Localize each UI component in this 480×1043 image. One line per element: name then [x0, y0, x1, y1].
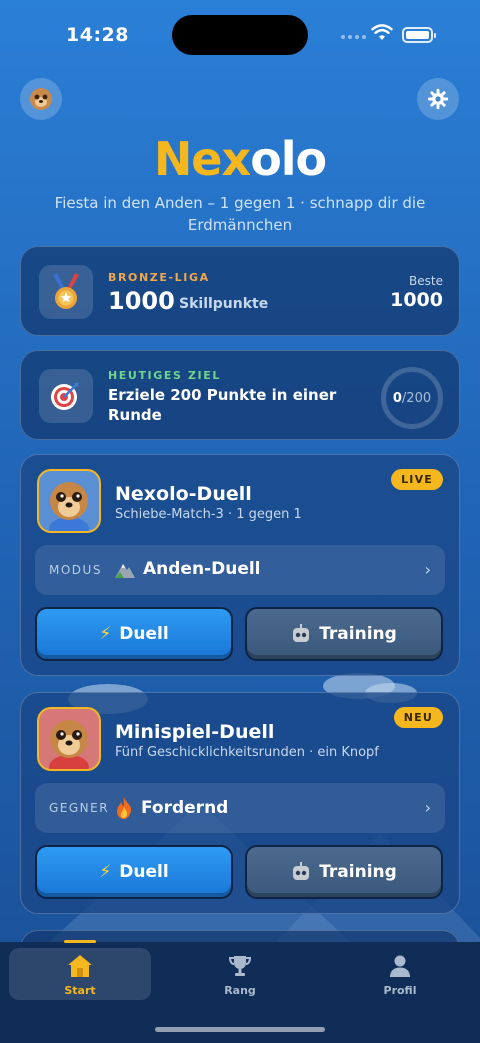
clock: 14:28 [66, 24, 129, 46]
robot-icon [293, 862, 310, 880]
training-button[interactable]: Training [245, 607, 443, 661]
status-bar: 14:28 [0, 0, 480, 70]
avatar [37, 707, 101, 771]
mode-label: MODUS [49, 563, 102, 577]
tab-start[interactable]: Start [9, 948, 151, 1000]
opponent-selector[interactable]: GEGNER Fordernd › [35, 783, 445, 833]
meerkat-icon [49, 482, 89, 531]
home-indicator [155, 1027, 325, 1032]
best-label: Beste [409, 274, 443, 288]
league-card[interactable]: BRONZE-LIGA 1000 Skillpunkte Beste 1000 [20, 246, 460, 336]
fire-icon [117, 797, 132, 819]
game-subtitle: Fünf Geschicklichkeitsrunden · ein Knopf [115, 745, 379, 760]
new-badge: NEU [393, 707, 443, 728]
game-subtitle: Schiebe-Match-3 · 1 gegen 1 [115, 507, 302, 522]
goal-text: Erziele 200 Punkte in einer Runde [108, 386, 337, 424]
mode-value: Anden-Duell [143, 559, 261, 579]
meerkat-avatar-icon [30, 88, 52, 110]
game-title: Nexolo-Duell [115, 483, 252, 505]
opponent-label: GEGNER [49, 801, 110, 815]
mode-selector[interactable]: MODUS Anden-Duell › [35, 545, 445, 595]
active-tab-indicator [64, 940, 96, 943]
lightning-icon: ⚡ [99, 624, 112, 644]
target-icon-tile [39, 369, 93, 423]
game-card-nexolo-duell: LIVE Nexolo-Duell Schiebe-Match-3 · 1 ge… [20, 454, 460, 676]
goal-progress-total: /200 [401, 390, 432, 406]
goal-progress-current: 0 [392, 390, 402, 406]
meerkat-icon [49, 720, 89, 769]
goal-progress-ring: 0/200 [381, 367, 443, 429]
tab-profil[interactable]: Profil [329, 948, 471, 1000]
dynamic-island [172, 15, 308, 55]
opponent-value: Fordernd [141, 798, 229, 818]
mountain-icon [115, 564, 135, 578]
goal-eyebrow: HEUTIGES ZIEL [108, 369, 221, 382]
home-icon [68, 955, 92, 977]
profile-avatar-button[interactable] [20, 78, 62, 120]
trophy-icon [228, 956, 252, 976]
duel-button[interactable]: ⚡ Duell [35, 607, 233, 661]
game-title: Minispiel-Duell [115, 721, 275, 743]
tab-rang[interactable]: Rang [169, 948, 311, 1000]
medal-icon-tile [39, 265, 93, 319]
medal-icon [53, 273, 79, 309]
league-name: BRONZE-LIGA [108, 271, 210, 284]
duel-button[interactable]: ⚡ Duell [35, 845, 233, 899]
battery-icon [402, 27, 436, 43]
daily-goal-card[interactable]: HEUTIGES ZIEL Erziele 200 Punkte in eine… [20, 350, 460, 440]
app-logo: Nexolo [153, 132, 327, 186]
gear-icon [427, 88, 449, 110]
skill-points-unit: Skillpunkte [179, 296, 269, 312]
target-icon [51, 382, 79, 410]
game-card-minispiel-duell: NEU Minispiel-Duell Fünf Geschicklichkei… [20, 692, 460, 914]
skill-points-value: 1000 [108, 287, 175, 315]
settings-button[interactable] [417, 78, 459, 120]
training-button[interactable]: Training [245, 845, 443, 899]
lightning-icon: ⚡ [99, 862, 112, 882]
signal-icon [341, 35, 366, 39]
live-badge: LIVE [391, 469, 443, 490]
chevron-right-icon: › [424, 560, 431, 579]
best-value: 1000 [390, 289, 443, 311]
avatar [37, 469, 101, 533]
person-icon [390, 955, 410, 977]
chevron-right-icon: › [424, 798, 431, 817]
page-subtitle: Fiesta in den Anden – 1 gegen 1 · schnap… [54, 194, 426, 234]
wifi-icon [371, 24, 393, 40]
robot-icon [293, 624, 310, 642]
